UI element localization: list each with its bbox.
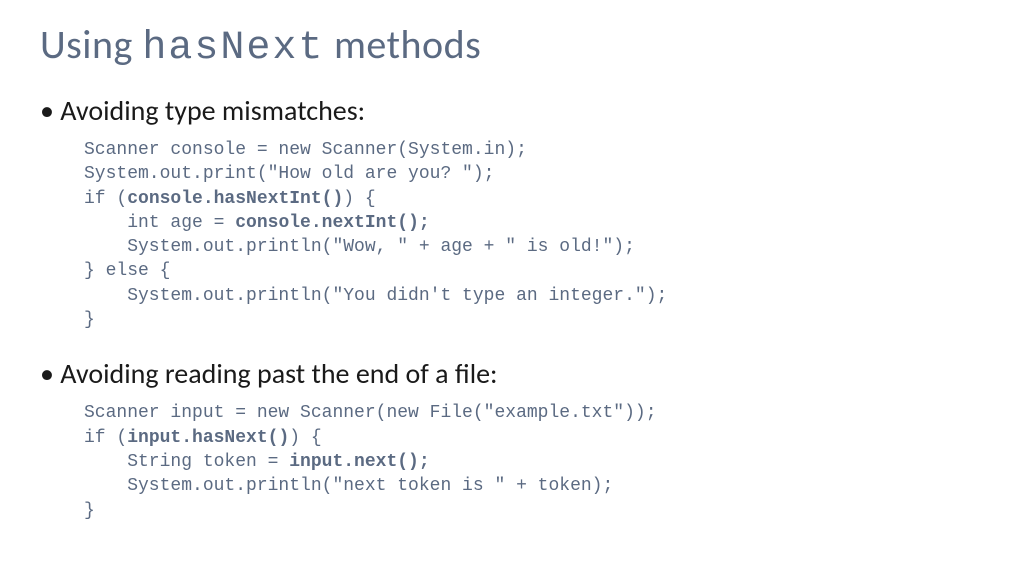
code-line: System.out.println("next token is " + to… [84, 474, 984, 498]
code-line: } [84, 499, 984, 523]
code-line: System.out.println("You didn't type an i… [84, 284, 984, 308]
title-suffix: methods [324, 20, 481, 69]
code-line: String token = input.next(); [84, 450, 984, 474]
title-prefix: Using [40, 20, 142, 69]
slide: Using hasNext methods Avoiding type mism… [0, 0, 1024, 576]
code-line: int age = console.nextInt(); [84, 211, 984, 235]
code-line: if (console.hasNextInt()) { [84, 187, 984, 211]
code-line: System.out.print("How old are you? "); [84, 162, 984, 186]
bullet-1: Avoiding type mismatches: [40, 93, 984, 128]
code-line: System.out.println("Wow, " + age + " is … [84, 235, 984, 259]
code-line: Scanner console = new Scanner(System.in)… [84, 138, 984, 162]
code-block-2: Scanner input = new Scanner(new File("ex… [84, 401, 984, 522]
slide-title: Using hasNext methods [40, 20, 984, 71]
title-mono: hasNext [142, 26, 324, 71]
code-line: } [84, 308, 984, 332]
code-block-1: Scanner console = new Scanner(System.in)… [84, 138, 984, 332]
code-line: Scanner input = new Scanner(new File("ex… [84, 401, 984, 425]
code-line: } else { [84, 259, 984, 283]
bullet-2: Avoiding reading past the end of a file: [40, 356, 984, 391]
code-line: if (input.hasNext()) { [84, 426, 984, 450]
